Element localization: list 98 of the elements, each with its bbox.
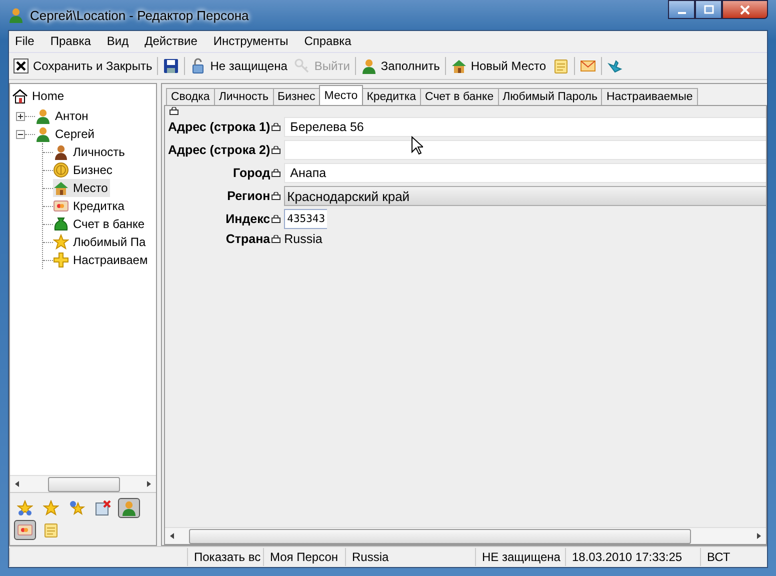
horizontal-scrollbar[interactable]	[10, 475, 156, 492]
tree-item[interactable]: Любимый Па	[53, 233, 148, 251]
field-label: Страна	[224, 232, 270, 246]
tree-item[interactable]: Антон	[35, 107, 90, 125]
save-icon	[163, 58, 180, 74]
cross-icon	[95, 500, 111, 516]
tab[interactable]: Личность	[214, 88, 274, 105]
input-field[interactable]	[284, 140, 766, 160]
field-label: Адрес (строка 2)	[168, 143, 270, 157]
window-title: Сергей\Location - Редактор Персона	[30, 8, 249, 22]
key-icon	[294, 58, 310, 74]
tab[interactable]: Счет в банке	[420, 88, 499, 105]
status-text: Моя Персон	[263, 548, 345, 566]
lock-icon	[271, 169, 282, 177]
toolbar-button[interactable]: Заполнить	[358, 57, 442, 75]
tab[interactable]: Кредитка	[362, 88, 422, 105]
home-icon	[12, 88, 28, 104]
lock-icon	[190, 58, 206, 74]
field-label: Город	[232, 166, 270, 180]
bag-icon	[53, 216, 69, 232]
status-text: Russia	[345, 548, 475, 566]
stars-icon	[17, 500, 33, 516]
tool-button[interactable]	[14, 498, 36, 518]
tree-item[interactable]: Личность	[53, 143, 127, 161]
pin-icon	[607, 58, 624, 74]
tab[interactable]: Настраиваемые	[601, 88, 698, 105]
card-icon	[53, 198, 69, 214]
menu-item[interactable]: Справка	[304, 34, 352, 49]
tree-item[interactable]: Бизнес	[53, 161, 114, 179]
field-label: Индекс	[224, 212, 270, 226]
expander-icon[interactable]	[16, 130, 25, 138]
scroll-right-icon[interactable]	[757, 533, 761, 539]
input-field[interactable]: Анапа	[284, 163, 766, 183]
field-label: Адрес (строка 1)	[168, 120, 270, 134]
menu-item[interactable]: Действие	[144, 34, 198, 49]
lock-icon	[271, 235, 282, 243]
tab[interactable]: Место	[319, 85, 363, 105]
mail-icon	[580, 58, 596, 74]
input-field[interactable]: Берелева 56	[284, 117, 766, 137]
lock-icon	[271, 192, 282, 200]
maximize-icon	[704, 4, 714, 14]
tree-item[interactable]: Счет в банке	[53, 215, 147, 233]
tree-item[interactable]: Сергей	[35, 125, 97, 143]
card-icon	[17, 522, 33, 538]
person-icon	[35, 126, 51, 142]
tab[interactable]: Бизнес	[272, 88, 320, 105]
person-icon	[360, 58, 377, 74]
house-icon	[450, 58, 467, 74]
tool-button[interactable]	[40, 498, 62, 518]
tool-button[interactable]	[118, 498, 140, 518]
expander-icon[interactable]	[16, 112, 25, 120]
house-icon	[53, 180, 69, 196]
person-icon	[35, 108, 51, 124]
toolbar-button[interactable]: Не защищена	[188, 57, 290, 75]
star-icon	[53, 234, 69, 250]
close-icon	[13, 58, 29, 74]
minimize-button[interactable]	[668, 0, 695, 19]
status-text: ВСТ	[700, 548, 750, 566]
lock-icon	[271, 215, 282, 223]
note-icon	[553, 58, 570, 74]
tree-item[interactable]: Настраиваем	[53, 251, 150, 269]
maximize-button[interactable]	[695, 0, 722, 19]
star-icon	[43, 500, 59, 516]
menu-item[interactable]: Инструменты	[213, 34, 288, 49]
person-icon	[121, 500, 137, 516]
lock-icon	[271, 123, 282, 131]
note-icon	[43, 522, 59, 538]
lock-icon	[271, 146, 282, 154]
field-value: Russia	[284, 232, 324, 246]
toolbar-button[interactable]: Сохранить и Закрыть	[11, 57, 154, 75]
tab[interactable]: Любимый Пароль	[498, 88, 602, 105]
status-text: Показать вс	[187, 548, 263, 566]
scroll-right-icon[interactable]	[147, 481, 151, 487]
tab[interactable]: Сводка	[166, 88, 215, 105]
scroll-left-icon[interactable]	[15, 481, 19, 487]
coin-icon	[53, 162, 69, 178]
close-icon	[740, 4, 750, 14]
tree-item[interactable]: Home	[12, 87, 66, 105]
status-text: 18.03.2010 17:33:25	[565, 548, 700, 566]
close-button[interactable]	[722, 0, 768, 19]
toolbar-button[interactable]: Новый Место	[448, 57, 548, 75]
status-text: НЕ защищена	[475, 548, 565, 566]
horizontal-scrollbar[interactable]	[165, 527, 766, 544]
menu-item[interactable]: Правка	[50, 34, 91, 49]
tree-item[interactable]: Кредитка	[53, 197, 126, 215]
menu-item[interactable]: Вид	[106, 34, 129, 49]
lock-icon	[169, 107, 179, 115]
minimize-icon	[678, 12, 686, 14]
menu-item[interactable]: File	[15, 34, 34, 49]
app-icon	[8, 7, 24, 23]
tree-item[interactable]: Место	[53, 179, 110, 197]
scroll-left-icon[interactable]	[170, 533, 174, 539]
dropdown-field[interactable]: Краснодарский край	[284, 186, 766, 206]
field-label: Регион	[226, 189, 270, 203]
plus-icon	[53, 252, 69, 268]
mouse-cursor-icon	[411, 136, 423, 155]
tool-button[interactable]	[14, 520, 36, 540]
input-field[interactable]: 435343	[284, 209, 328, 229]
